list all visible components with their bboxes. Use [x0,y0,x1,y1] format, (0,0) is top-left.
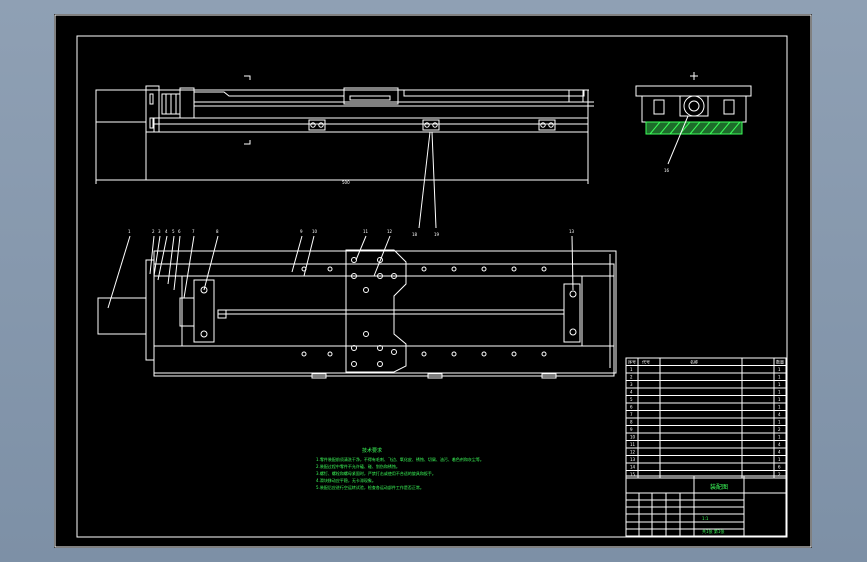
bom-cell-index: 9 [630,427,633,432]
cad-drawing: 500 18 19 16 1 2 3 4 5 6 7 8 9 10 11 12 … [54,14,812,548]
tech-note: 1.零件装配前须清洗干净，不得有毛刺、飞边、氧化皮、锈蚀、切屑、油污、着色剂和灰… [316,456,484,462]
bom-cell-index: 1 [630,367,633,372]
bom-cell-qty: 4 [778,442,781,447]
bom-cell-index: 12 [630,450,636,455]
part-number-13: 13 [569,229,575,234]
part-number-6: 6 [178,229,181,234]
bom-header-cell: 序号 [628,359,636,365]
cad-drawing-viewport[interactable]: 500 18 19 16 1 2 3 4 5 6 7 8 9 10 11 12 … [54,14,812,548]
motor-plan [97,297,147,335]
bom-cell-qty: 1 [778,382,781,387]
technical-requirements: 技术要求 1.零件装配前须清洗干净，不得有毛刺、飞边、氧化皮、锈蚀、切屑、油污、… [316,447,484,490]
leader-label-18: 18 [412,232,418,237]
bom-cell-qty: 1 [778,375,781,380]
bom-cell-qty: 1 [778,420,781,425]
part-number-12: 12 [387,229,393,234]
elevation-view: 500 18 19 [95,75,594,237]
bom-cell-qty: 6 [778,465,781,470]
plan-view: 1 2 3 4 5 6 7 8 9 10 11 12 13 [97,229,617,379]
tech-note: 2.装配过程中零件不允许磕、碰、划伤和锈蚀。 [316,463,400,469]
bom-header-cell: 代号 [642,359,650,365]
bom-table: 序号 代号 名称 数量1 12 13 14 15 16 17 48 19 210 111 412 413 114… [625,357,787,479]
drawing-name: 装配图 [710,483,728,491]
tech-note: 5.装配后应进行空运转试验，检查各运动部件工作是否正常。 [316,484,424,490]
bom-cell-qty: 1 [778,390,781,395]
title-block: 装配图 1:1 共1张 第1张 [625,475,787,537]
leader-label-16: 16 [664,168,670,173]
bom-cell-qty: 4 [778,412,781,417]
part-number-11: 11 [363,229,369,234]
bom-cell-qty: 4 [778,450,781,455]
bom-cell-index: 3 [630,382,633,387]
bom-cell-index: 6 [630,405,633,410]
bom-cell-index: 4 [630,390,633,395]
part-number-10: 10 [312,229,318,234]
side-section-view: 16 [635,72,752,173]
rail [153,117,589,133]
bom-cell-qty: 1 [778,397,781,402]
tech-title: 技术要求 [362,447,382,454]
part-number-1: 1 [128,229,131,234]
bom-cell-qty: 1 [778,367,781,372]
bom-cell-index: 8 [630,420,633,425]
dim-label-top: 500 [342,180,350,185]
bom-cell-qty: 1 [778,405,781,410]
bom-cell-index: 7 [630,412,633,417]
bom-cell-index: 2 [630,375,633,380]
drawing-sheet: 共1张 第1张 [702,528,724,534]
part-number-8: 8 [216,229,219,234]
part-number-5: 5 [172,229,175,234]
tech-note: 3.螺钉、螺栓和螺母紧固时，严禁打击或使用不合适的旋具和扳手。 [316,470,436,476]
part-number-4: 4 [165,229,168,234]
bom-cell-index: 14 [630,465,636,470]
part-number-7: 7 [192,229,195,234]
bom-cell-qty: 1 [778,435,781,440]
bom-cell-index: 10 [630,435,636,440]
screw-section-circle [683,95,705,117]
leader-label-19: 19 [434,232,440,237]
motor-body [95,89,147,123]
base-hatch [645,121,743,135]
bom-cell-index: 13 [630,457,636,462]
part-number-3: 3 [158,229,161,234]
bom-header-cell: 数量 [776,359,784,365]
carriage-plate [345,249,407,373]
part-number-9: 9 [300,229,303,234]
bom-cell-qty: 2 [778,427,781,432]
bom-header-cell: 名称 [690,359,698,365]
part-number-2: 2 [152,229,155,234]
tech-note: 4.滑块移动应平稳，无卡滞现象。 [316,477,376,483]
bom-cell-index: 5 [630,397,633,402]
bom-cell-index: 11 [630,442,636,447]
drawing-scale: 1:1 [702,516,709,521]
bom-cell-qty: 1 [778,457,781,462]
